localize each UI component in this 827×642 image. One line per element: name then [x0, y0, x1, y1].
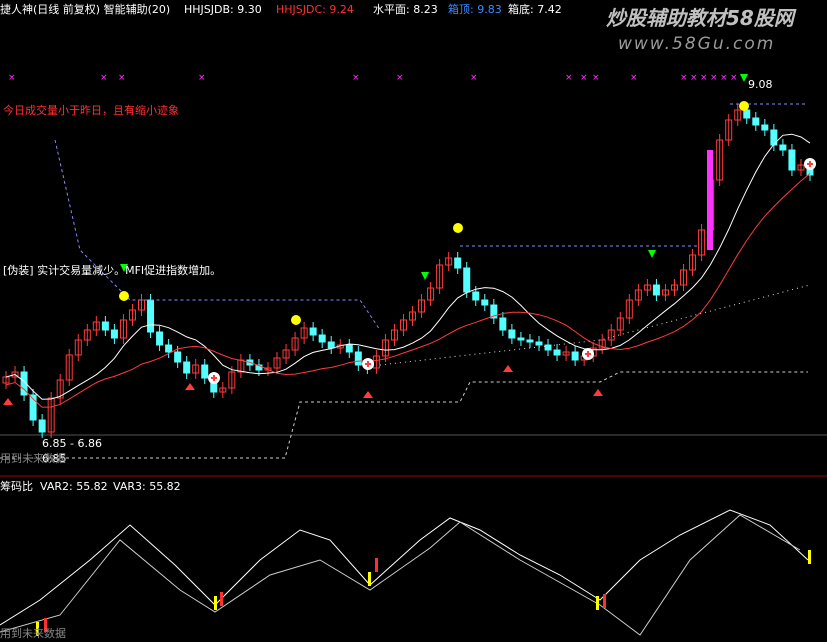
cross-marker: × — [352, 73, 360, 83]
sub-panel-title: 筹码比 — [0, 480, 33, 493]
signal-bar — [596, 596, 599, 610]
candlestick — [454, 257, 462, 269]
red-arrow-up-icon — [503, 365, 513, 372]
candlestick — [183, 361, 191, 374]
indicator-hhjsjdc: HHJSJDC: 9.24 — [276, 3, 354, 16]
magenta-volume-bar — [707, 150, 713, 250]
cross-marker: × — [630, 73, 638, 83]
candlestick — [571, 351, 579, 361]
cross-marker: × — [730, 73, 738, 83]
watermark-url: www.58Gu.com — [618, 34, 776, 54]
candlestick — [354, 351, 362, 366]
red-arrow-up-icon — [363, 391, 373, 398]
candlestick — [743, 109, 751, 119]
signal-bar — [375, 558, 378, 572]
red-arrow-up-icon — [593, 389, 603, 396]
cross-marker: × — [680, 73, 688, 83]
candlestick — [752, 117, 760, 126]
mfi-note: [伪装] 实计交易量减少。MFI促进指数增加。 — [3, 264, 222, 277]
indicator-box-bottom: 箱底: 7.42 — [508, 3, 562, 16]
stock-chart-window: × × × × × × × × × × × × × × × × × 捷人神(日线 前复权) 智能辅助(20) H… — [0, 0, 827, 642]
signal-bar — [368, 572, 371, 586]
support-line — [0, 371, 808, 459]
candlestick — [481, 299, 489, 306]
candlestick — [526, 339, 534, 343]
candlestick — [101, 321, 109, 331]
cross-marker: × — [470, 73, 478, 83]
volume-note: 今日成交量小于昨日，且有缩小迹象 — [3, 104, 179, 117]
candlestick — [327, 341, 335, 349]
candlestick — [463, 267, 471, 293]
candlestick — [318, 334, 326, 343]
candlestick — [553, 349, 561, 356]
cross-marker: × — [710, 73, 718, 83]
cross-marker: × — [118, 73, 126, 83]
yellow-signal-dot — [453, 223, 463, 233]
cross-marker: × — [198, 73, 206, 83]
candlestick — [779, 144, 787, 151]
cross-marker: × — [700, 73, 708, 83]
candlestick — [508, 329, 516, 339]
var2-line — [0, 509, 809, 626]
green-arrow-down-icon — [740, 74, 748, 82]
cross-marker: × — [8, 73, 16, 83]
candlestick — [345, 344, 353, 353]
signal-bar — [220, 592, 223, 606]
candlestick — [544, 344, 552, 351]
resistance-line-1 — [54, 139, 381, 331]
cross-marker: × — [690, 73, 698, 83]
peak-value-label: 9.08 — [748, 78, 773, 91]
future-data-label-main: 用到未来数据 — [0, 452, 66, 465]
cross-marker: × — [580, 73, 588, 83]
trend-dots — [379, 284, 811, 366]
candlestick — [499, 317, 507, 331]
red-arrow-up-icon — [3, 398, 13, 405]
candlestick — [517, 337, 525, 341]
candlestick — [652, 284, 660, 296]
candlestick — [110, 329, 118, 339]
candlestick — [147, 299, 155, 333]
chart-canvas: × × × × × × × × × × × × × × × × × — [0, 73, 827, 636]
candlestick — [156, 331, 164, 346]
cross-marker: × — [720, 73, 728, 83]
var3-line — [0, 514, 801, 636]
candlestick — [535, 341, 543, 346]
chart-title: 捷人神(日线 前复权) 智能辅助(20) — [0, 3, 171, 16]
yellow-signal-dot — [291, 315, 301, 325]
signal-bar — [603, 594, 606, 608]
watermark-title: 炒股辅助教材58股网 — [606, 6, 794, 30]
candlestick — [38, 419, 46, 433]
future-data-label-sub: 用到未来数据 — [0, 627, 66, 640]
indicator-box-top: 箱顶: 9.83 — [448, 3, 502, 16]
green-arrow-down-icon — [648, 250, 656, 258]
signal-bar — [214, 596, 217, 610]
candlestick — [309, 327, 317, 336]
yellow-signal-dot — [119, 291, 129, 301]
cross-marker: × — [565, 73, 573, 83]
candlestick — [472, 291, 480, 301]
candlestick — [201, 364, 209, 379]
indicator-water-level: 水平面: 8.23 — [373, 3, 438, 16]
sub-indicator-var3: VAR3: 55.82 — [113, 480, 181, 493]
yellow-signal-dot — [739, 101, 749, 111]
red-arrow-up-icon — [185, 383, 195, 390]
candlestick — [165, 344, 173, 353]
indicator-hhjsjdb: HHJSJDB: 9.30 — [184, 3, 262, 16]
signal-bar — [808, 550, 811, 564]
cross-marker: × — [100, 73, 108, 83]
candlestick — [761, 124, 769, 131]
cross-marker: × — [592, 73, 600, 83]
candlestick — [788, 149, 796, 171]
sub-indicator-var2: VAR2: 55.82 — [40, 480, 108, 493]
green-arrow-down-icon — [421, 272, 429, 280]
cross-marker: × — [396, 73, 404, 83]
low-range-label: 6.85 - 6.86 — [42, 437, 102, 450]
candlestick — [174, 351, 182, 363]
